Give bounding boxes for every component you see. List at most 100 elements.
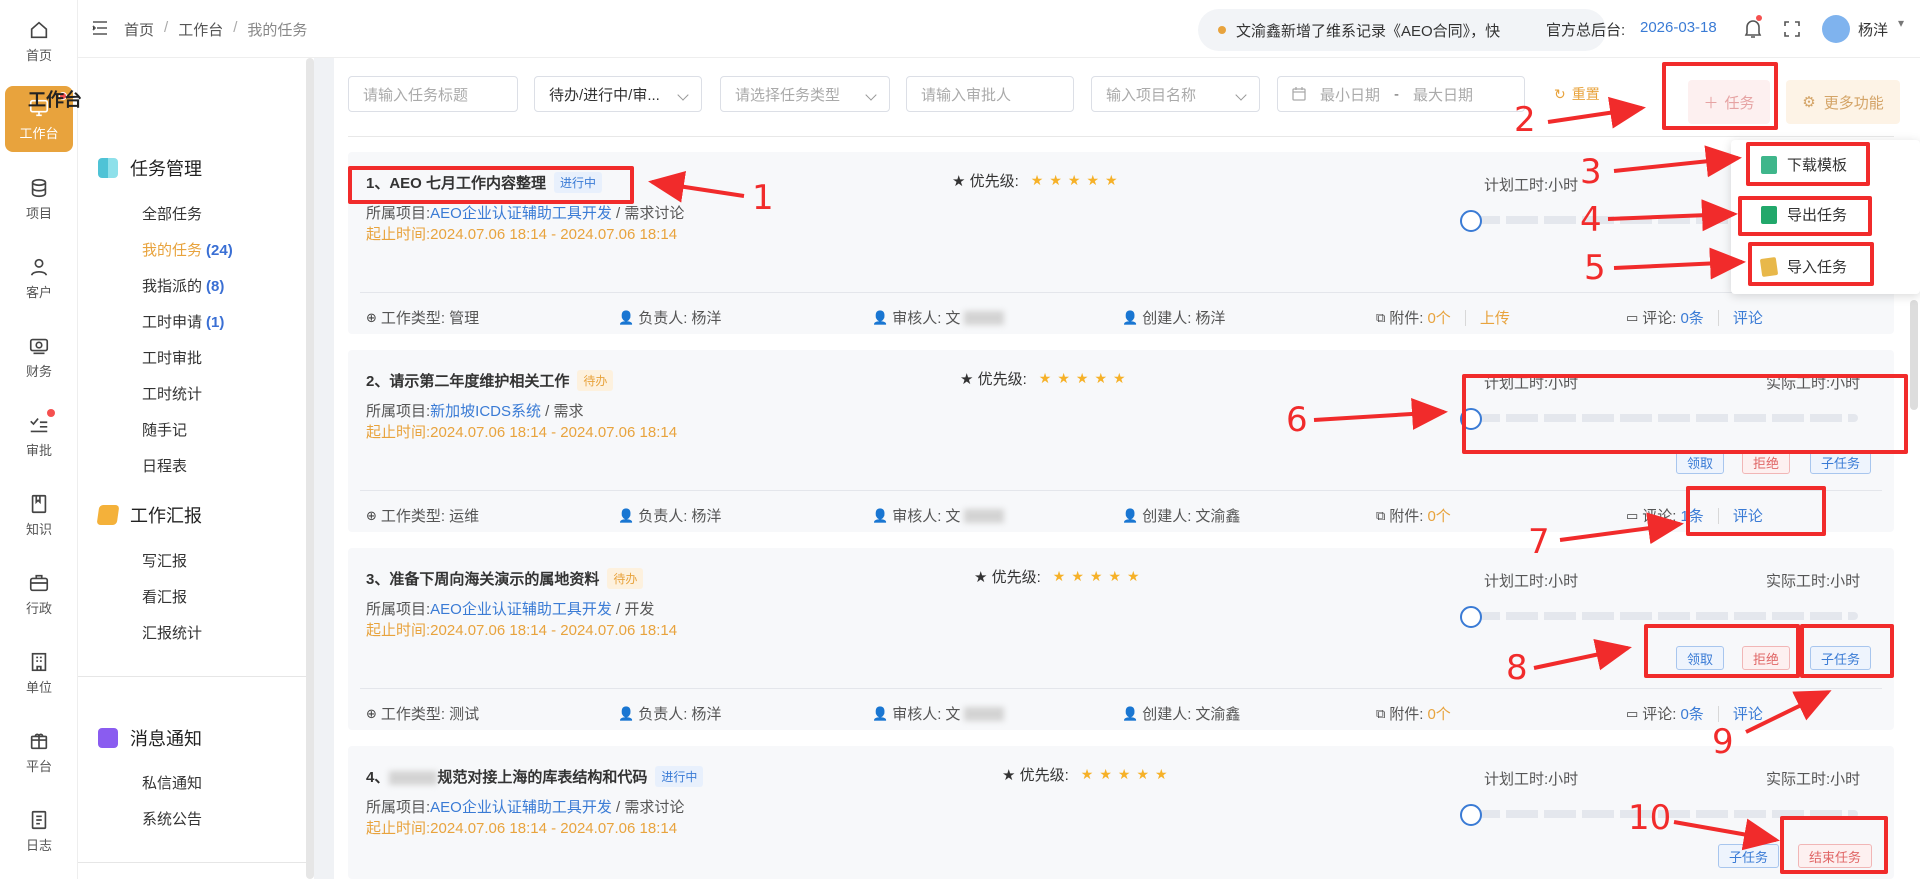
rail-label: 日志 [25,837,52,853]
group-work-report[interactable]: 工作汇报 [96,502,202,528]
subtask-button[interactable]: 子任务 [1718,844,1780,868]
menu-view-report[interactable]: 看汇报 [142,586,187,607]
notice-text: 文渝鑫新增了维系记录《AEO合同》，快 [1236,22,1501,40]
rail-admin[interactable]: 行政 [5,561,73,627]
official-date[interactable]: 2026-03-18 [1640,19,1717,36]
more-functions-button[interactable]: ⚙ 更多功能 [1786,80,1900,124]
date-min[interactable]: 最小日期 [1320,84,1380,105]
comment-link[interactable]: 评论 [1733,307,1763,328]
breadcrumb-sep: / [164,19,169,36]
hours-slider-handle[interactable] [1460,804,1482,826]
hours-slider-handle[interactable] [1460,606,1482,628]
rail-customer[interactable]: 客户 [5,245,73,311]
rail-log[interactable]: 日志 [5,798,73,864]
approver-input[interactable]: 请输入审批人 [906,76,1074,112]
breadcrumb-workbench[interactable]: 工作台 [178,19,223,40]
annotation-number: 5 [1584,248,1606,288]
blurred-name [964,508,1005,523]
date-range-picker[interactable]: 最小日期 - 最大日期 [1277,76,1525,112]
priority-stars: ★★★★★ [1030,172,1124,188]
annotation-box-8 [1644,624,1800,678]
user-name[interactable]: 杨洋 [1858,19,1888,40]
annotation-number: 9 [1712,722,1734,762]
sidebar-divider [78,862,306,863]
menu-hours-request[interactable]: 工时申请 (1) [142,311,224,332]
date-max[interactable]: 最大日期 [1413,84,1473,105]
annotation-box-4 [1738,196,1872,236]
menu-private-msg[interactable]: 私信通知 [142,772,202,793]
status-select[interactable]: 待办/进行中/审... [534,76,702,112]
sidebar-scrollbar[interactable] [306,58,314,879]
project-link[interactable]: AEO企业认证辅助工具开发 [430,601,612,618]
priority: ★ 优先级: ★★★★★ [974,568,1146,586]
project-select[interactable]: 输入项目名称 [1091,76,1260,112]
owner: 👤 负责人: 杨洋 [618,705,722,724]
menu-fold-icon[interactable] [92,21,108,35]
task-title[interactable]: 3、准备下周向海关演示的属地资料 待办 [366,568,644,589]
rail-label: 审批 [25,442,52,458]
plus-circle-icon: ⊕ [366,507,377,523]
report-edit-icon [96,505,120,525]
menu-system-notice[interactable]: 系统公告 [142,808,202,829]
rail-label: 行政 [25,600,52,616]
project-link[interactable]: AEO企业认证辅助工具开发 [430,205,612,222]
annotation-box-6 [1462,374,1908,454]
rail-home[interactable]: 首页 [5,8,73,74]
rail-project[interactable]: 项目 [5,166,73,232]
reset-button[interactable]: ↻ 重置 [1554,84,1600,104]
upload-link[interactable]: 上传 [1480,307,1510,328]
date-dash: - [1394,85,1400,103]
menu-assigned[interactable]: 我指派的 (8) [142,275,224,296]
rail-platform[interactable]: 平台 [5,719,73,785]
task-title[interactable]: 4、 规范对接上海的库表结构和代码 进行中 [366,766,704,787]
main-scrollbar[interactable] [1910,300,1918,410]
hours-slider-handle[interactable] [1460,210,1482,232]
comment-link[interactable]: 评论 [1733,703,1763,724]
rail-knowledge[interactable]: 知识 [5,482,73,548]
user-icon: 👤 [618,705,635,721]
rail-approval[interactable]: 审批 [5,403,73,469]
menu-all-tasks[interactable]: 全部任务 [142,203,202,224]
comments: ▭ 评论: 0条 评论 [1626,307,1763,328]
rail-finance[interactable]: 财务 [5,324,73,390]
task-type-select[interactable]: 请选择任务类型 [720,76,890,112]
chevron-down-icon [1235,89,1247,101]
database-icon [31,178,47,197]
project-link[interactable]: AEO企业认证辅助工具开发 [430,799,612,816]
title-search-input[interactable]: 请输入任务标题 [348,76,518,112]
filter-divider [348,136,1894,137]
annotation-box-1 [348,166,634,204]
sidebar-divider [78,676,306,677]
bell-icon[interactable] [1744,18,1762,38]
hours-slider-track[interactable] [1468,612,1858,620]
user-icon: 👤 [1122,507,1139,523]
avatar[interactable] [1822,15,1850,43]
menu-notes[interactable]: 随手记 [142,419,187,440]
package-icon [30,733,48,749]
fullscreen-icon[interactable] [1784,21,1800,37]
rail-unit[interactable]: 单位 [5,640,73,706]
wallet-icon [29,338,49,354]
notification-dot [47,409,55,417]
menu-hours-approval[interactable]: 工时审批 [142,347,202,368]
menu-my-tasks[interactable]: 我的任务 (24) [142,239,233,260]
annotation-box-2 [1662,62,1778,130]
menu-hours-stats[interactable]: 工时统计 [142,383,202,404]
calendar-icon [1292,87,1306,101]
checklist-icon [30,417,48,432]
chevron-down-icon[interactable]: ▾ [1898,16,1904,30]
user-icon: 👤 [872,705,889,721]
task-title[interactable]: 2、请示第二年度维护相关工作 待办 [366,370,614,391]
menu-write-report[interactable]: 写汇报 [142,550,187,571]
group-task-management[interactable]: 任务管理 [98,155,202,181]
comment-icon: ▭ [1626,309,1639,325]
annotation-box-10 [1780,816,1888,874]
notice-bar[interactable]: 文渝鑫新增了维系记录《AEO合同》，快 [1198,9,1606,51]
project-link[interactable]: 新加坡ICDS系统 [430,403,541,420]
group-messages[interactable]: 消息通知 [98,725,202,751]
breadcrumb-home[interactable]: 首页 [124,19,154,40]
menu-report-stats[interactable]: 汇报统计 [142,622,202,643]
official-label: 官方总后台: [1546,22,1626,39]
menu-schedule[interactable]: 日程表 [142,455,187,476]
user-icon: 👤 [618,309,635,325]
